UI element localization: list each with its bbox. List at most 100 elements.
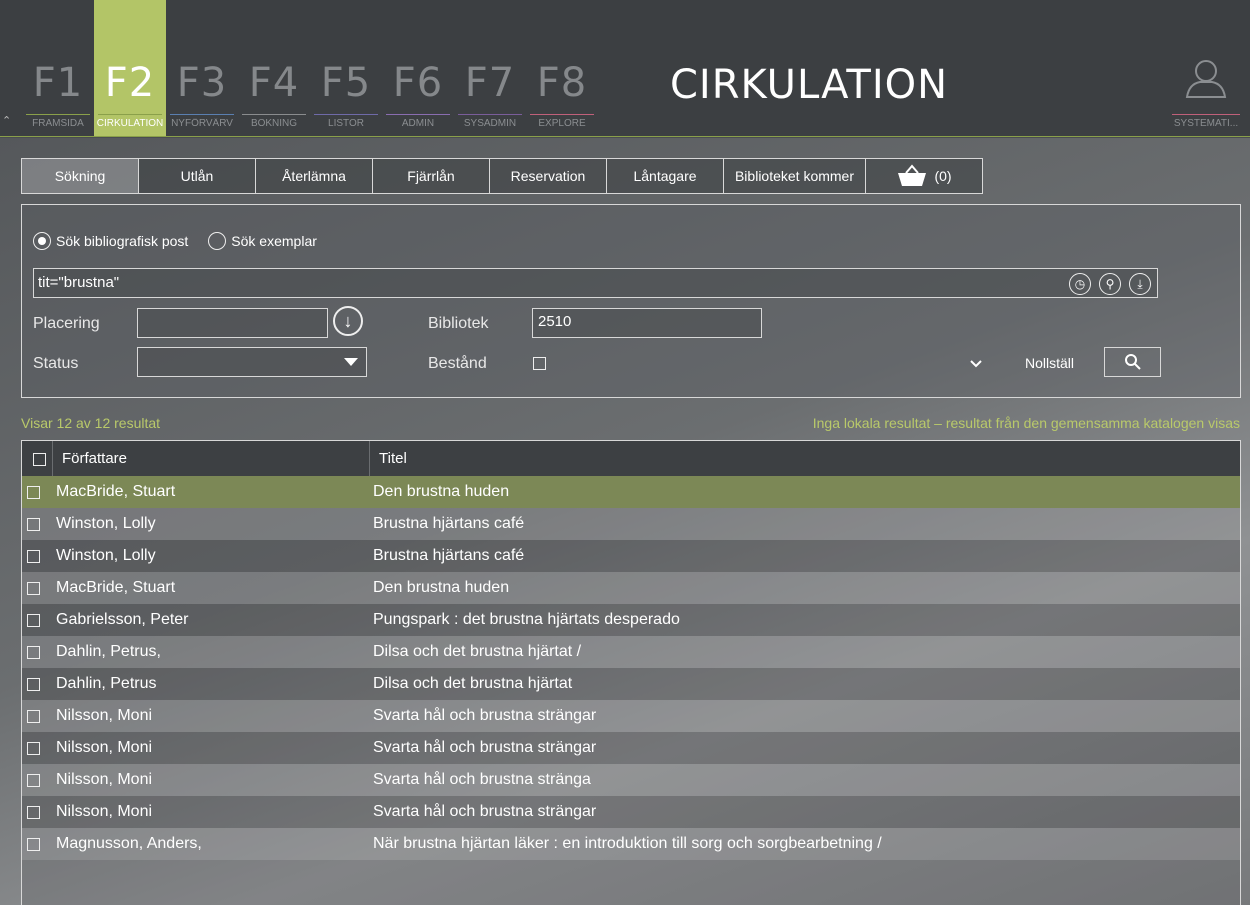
chevron-up-icon[interactable]: ⌃ — [2, 116, 12, 127]
tab-fjarrlan[interactable]: Fjärrlån — [373, 159, 490, 193]
tab-basket[interactable]: (0) — [866, 159, 982, 193]
table-row[interactable]: Magnusson, Anders, När brustna hjärtan lä… — [22, 828, 1240, 860]
table-row[interactable]: Dahlin, Petrus Dilsa och det brustna hjär… — [22, 668, 1240, 700]
row-author: Dahlin, Petrus — [56, 675, 157, 692]
row-title: Svarta hål och brustna stränga — [373, 771, 591, 788]
radio-biblio[interactable] — [33, 232, 51, 250]
result-notice: Inga lokala resultat – resultat från den… — [812, 415, 1240, 431]
row-checkbox[interactable] — [27, 774, 40, 787]
fkey-underline — [314, 114, 378, 115]
fkey-number: F8 — [536, 60, 588, 106]
reset-button[interactable]: Nollställ — [1025, 355, 1074, 371]
row-title: Svarta hål och brustna strängar — [373, 707, 597, 724]
user-underline — [1172, 114, 1240, 115]
fkey-f1[interactable]: F1 FRAMSIDA — [22, 0, 94, 136]
table-row[interactable]: Gabrielsson, Peter Pungspark : det brustn… — [22, 604, 1240, 636]
row-author: Winston, Lolly — [56, 515, 156, 532]
bibliotek-label: Bibliotek — [428, 315, 489, 332]
basket-icon — [898, 164, 927, 186]
tab-biblioteket-kommer[interactable]: Biblioteket kommer — [724, 159, 866, 193]
tab-sokning[interactable]: Sökning — [22, 159, 139, 193]
radio-exemplar[interactable] — [208, 232, 227, 250]
fkey-underline — [26, 114, 90, 115]
row-checkbox[interactable] — [27, 678, 40, 691]
select-all-checkbox[interactable] — [33, 453, 46, 466]
fkey-f7[interactable]: F7 SYSADMIN — [454, 0, 526, 136]
fkey-f5[interactable]: F5 LISTOR — [310, 0, 382, 136]
table-row[interactable]: Winston, Lolly Brustna hjärtans café — [22, 508, 1240, 540]
row-checkbox[interactable] — [27, 582, 40, 595]
row-author: Magnusson, Anders, — [56, 835, 202, 852]
row-title: Den brustna huden — [373, 579, 510, 596]
app-title: CIRKULATION — [670, 62, 949, 108]
fkey-number: F5 — [320, 60, 372, 106]
row-checkbox[interactable] — [27, 806, 40, 819]
top-bar: ⌃ F1 FRAMSIDA F2 CIRKULATION F3 NYFÖRVÄRV F4 BO… — [0, 0, 1250, 137]
user-menu[interactable]: SYSTEMATI... — [1172, 56, 1240, 136]
fkey-f4[interactable]: F4 BOKNING — [238, 0, 310, 136]
row-checkbox[interactable] — [27, 646, 40, 659]
bestand-checkbox[interactable] — [533, 357, 546, 370]
tab-aterlamna[interactable]: Återlämna — [256, 159, 373, 193]
table-row[interactable]: MacBride, Stuart Den brustna huden — [22, 572, 1240, 604]
row-author: Nilsson, Moni — [56, 803, 153, 820]
row-checkbox[interactable] — [27, 486, 40, 499]
tab-reservation[interactable]: Reservation — [490, 159, 607, 193]
fkey-label: NYFÖRVÄRV — [171, 118, 233, 129]
search-button[interactable] — [1104, 347, 1161, 377]
row-checkbox[interactable] — [27, 550, 40, 563]
table-header: Författare Titel — [22, 441, 1240, 476]
fkey-f6[interactable]: F6 ADMIN — [382, 0, 454, 136]
fkey-f2[interactable]: F2 CIRKULATION — [94, 0, 166, 136]
row-title: Dilsa och det brustna hjärtat — [373, 675, 573, 692]
arrow-down-icon[interactable]: ↓ — [333, 306, 363, 336]
tab-lantagare[interactable]: Låntagare — [607, 159, 724, 193]
row-checkbox[interactable] — [27, 838, 40, 851]
table-row[interactable]: Nilsson, Moni Svarta hål och brustna strä… — [22, 732, 1240, 764]
row-author: MacBride, Stuart — [56, 579, 176, 596]
fkey-underline — [530, 114, 594, 115]
search-icon[interactable]: ⚲ — [1099, 273, 1121, 295]
row-title: Brustna hjärtans café — [373, 547, 525, 564]
fkey-number: F6 — [392, 60, 444, 106]
table-row[interactable]: Nilsson, Moni Svarta hål och brustna strä… — [22, 764, 1240, 796]
table-row[interactable]: Nilsson, Moni Svarta hål och brustna strä… — [22, 700, 1240, 732]
history-icon[interactable]: ◷ — [1069, 273, 1091, 295]
row-author: Gabrielsson, Peter — [56, 611, 189, 628]
tab-utlan[interactable]: Utlån — [139, 159, 256, 193]
fkey-label: CIRKULATION — [96, 118, 164, 129]
fkey-f3[interactable]: F3 NYFÖRVÄRV — [166, 0, 238, 136]
header-separator — [369, 441, 370, 476]
table-row[interactable]: Nilsson, Moni Svarta hål och brustna strä… — [22, 796, 1240, 828]
table-row[interactable]: Winston, Lolly Brustna hjärtans café — [22, 540, 1240, 572]
bestand-label: Bestånd — [428, 355, 487, 372]
basket-count: (0) — [934, 168, 952, 184]
row-checkbox[interactable] — [27, 614, 40, 627]
placering-input[interactable] — [137, 308, 328, 338]
column-author[interactable]: Författare — [62, 441, 127, 476]
fkey-underline — [458, 114, 522, 115]
row-checkbox[interactable] — [27, 518, 40, 531]
fkey-f8[interactable]: F8 EXPLORE — [526, 0, 598, 136]
fkey-label: FRAMSIDA — [32, 118, 84, 129]
table-row[interactable]: MacBride, Stuart Den brustna huden — [22, 476, 1240, 508]
fkey-number: F3 — [176, 60, 228, 106]
row-checkbox[interactable] — [27, 742, 40, 755]
fkey-underline — [386, 114, 450, 115]
download-icon[interactable]: ⤓ — [1129, 273, 1151, 295]
table-row[interactable]: Dahlin, Petrus, Dilsa och det brustna hjä… — [22, 636, 1240, 668]
bibliotek-input[interactable]: 2510 — [532, 308, 762, 338]
column-title[interactable]: Titel — [379, 441, 407, 476]
fkey-number: F2 — [104, 60, 156, 106]
status-select[interactable] — [137, 347, 367, 377]
radio-exemplar-label: Sök exemplar — [231, 233, 317, 249]
fkey-number: F4 — [248, 60, 300, 106]
chevron-down-icon[interactable] — [970, 360, 982, 368]
status-label: Status — [33, 355, 79, 372]
fkey-underline — [170, 114, 234, 115]
row-title: Svarta hål och brustna strängar — [373, 803, 597, 820]
row-checkbox[interactable] — [27, 710, 40, 723]
search-query-input[interactable]: tit="brustna" ◷ ⚲ ⤓ — [33, 268, 1158, 298]
radio-biblio-label: Sök bibliografisk post — [56, 233, 189, 249]
fkey-label: EXPLORE — [538, 118, 586, 129]
